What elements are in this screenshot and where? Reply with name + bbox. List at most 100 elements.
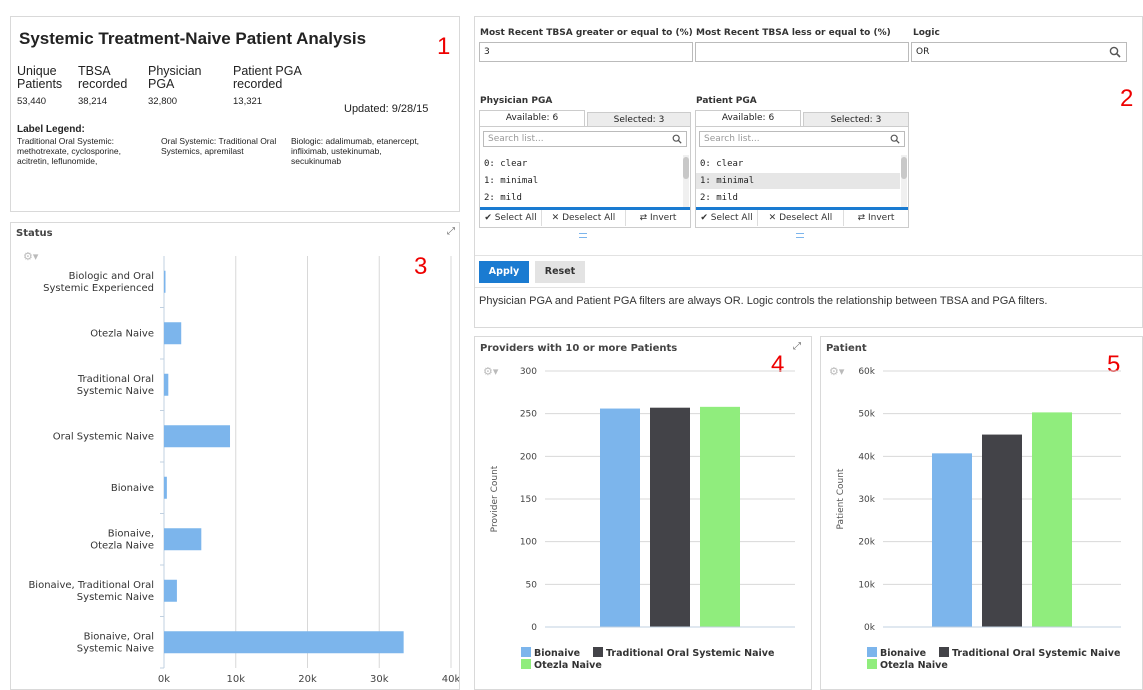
- legend-swatch: [521, 659, 531, 669]
- tbsa-gte-input[interactable]: 3: [479, 42, 693, 62]
- reset-button[interactable]: Reset: [535, 261, 585, 283]
- list-item[interactable]: 0: clear: [696, 156, 900, 172]
- y-axis-label: Patient Count: [836, 468, 846, 529]
- physician-deselect-all-button[interactable]: ✕ Deselect All: [542, 210, 626, 226]
- patient-deselect-all-button[interactable]: ✕ Deselect All: [758, 210, 844, 226]
- x-tick-label: 20k: [298, 674, 317, 685]
- list-scrollbar[interactable]: [901, 155, 907, 207]
- kpi-label-unique-patients: Unique Patients: [17, 64, 63, 91]
- divider: [475, 287, 1142, 288]
- summary-panel: Systemic Treatment-Naive Patient Analysi…: [10, 16, 460, 212]
- legend-oral: Oral Systemic: Traditional Oral Systemic…: [161, 136, 277, 156]
- bar: [164, 322, 182, 345]
- check-icon: ✔: [484, 213, 495, 223]
- logic-label: Logic: [913, 28, 940, 38]
- x-tick-label: 0k: [158, 674, 170, 685]
- patient-tab-available[interactable]: Available: 6: [695, 110, 801, 127]
- y-tick-label: 60k: [858, 367, 875, 377]
- x-icon: ✕: [768, 213, 780, 223]
- legend-label: Otezla Naive: [534, 660, 602, 671]
- y-tick-label: 20k: [858, 538, 875, 548]
- category-label: Otezla Naive: [90, 328, 154, 339]
- bar: [164, 579, 177, 602]
- physician-select-all-button[interactable]: ✔ Select All: [480, 210, 542, 226]
- page-title: Systemic Treatment-Naive Patient Analysi…: [19, 29, 367, 48]
- providers-panel: Providers with 10 or more Patients ⤢ ⚙▾ …: [474, 336, 812, 690]
- resize-handle[interactable]: [579, 233, 587, 238]
- legend-label: Traditional Oral Systemic Naive: [606, 648, 774, 659]
- legend-label: Otezla Naive: [880, 660, 948, 671]
- bar: [982, 434, 1022, 627]
- list-item[interactable]: 1: minimal: [696, 173, 900, 189]
- patient-select-all-button[interactable]: ✔ Select All: [696, 210, 758, 226]
- x-icon: ✕: [551, 213, 563, 223]
- y-tick-label: 0k: [864, 623, 876, 633]
- category-label: Bionaive, Traditional Oral Systemic Naive: [28, 580, 154, 603]
- legend-swatch: [521, 647, 531, 657]
- bar: [932, 453, 972, 627]
- logic-input[interactable]: OR: [911, 42, 1127, 62]
- legend-label: Bionaive: [534, 648, 580, 659]
- category-label: Bionaive, Otezla Naive: [90, 528, 154, 551]
- list-item[interactable]: 2: mild: [696, 190, 900, 206]
- bar: [164, 631, 404, 654]
- bar: [600, 408, 640, 627]
- kpi-value-tbsa: 38,214: [78, 96, 108, 107]
- status-chart: 0k 10k 20k 30k 40k Biologic and Oral Systemic …: [28, 256, 459, 685]
- updated-text: Updated: 9/28/15: [344, 103, 429, 115]
- legend-swatch: [593, 647, 603, 657]
- physician-search-input[interactable]: Search list...: [483, 131, 687, 147]
- list-item[interactable]: 1: minimal: [480, 173, 682, 189]
- kpi-value-patient-pga: 13,321: [233, 96, 263, 107]
- physician-tab-available[interactable]: Available: 6: [479, 110, 585, 127]
- resize-handle[interactable]: [796, 233, 804, 238]
- y-tick-label: 300: [520, 367, 537, 377]
- legend-label: Traditional Oral Systemic Naive: [952, 648, 1120, 659]
- invert-label: Invert: [649, 213, 677, 223]
- search-icon[interactable]: [672, 134, 682, 144]
- category-label: Oral Systemic Naive: [53, 431, 154, 442]
- divider: [475, 255, 1142, 256]
- legend-title: Label Legend:: [17, 124, 85, 135]
- tbsa-lte-label: Most Recent TBSA less or equal to (%): [696, 28, 891, 38]
- category-label: Biologic and Oral Systemic Experienced: [43, 271, 154, 294]
- y-tick-label: 10k: [858, 580, 875, 590]
- x-tick-label: 30k: [370, 674, 389, 685]
- tbsa-lte-input[interactable]: [695, 42, 909, 62]
- patient-invert-button[interactable]: ⇄ Invert: [844, 210, 908, 226]
- x-tick-label: 40k: [442, 674, 459, 685]
- bar: [164, 270, 166, 293]
- patient-search-input[interactable]: Search list...: [699, 131, 905, 147]
- patient-list: Search list... 0: clear 1: minimal 2: mi…: [695, 126, 909, 228]
- legend-swatch: [867, 659, 877, 669]
- legend-traditional: Traditional Oral Systemic: methotrexate,…: [17, 136, 121, 166]
- y-tick-label: 40k: [858, 452, 875, 462]
- patient-pga-label: Patient PGA: [696, 96, 757, 106]
- deselect-all-label: Deselect All: [562, 213, 616, 223]
- search-icon[interactable]: [1109, 46, 1121, 58]
- bar: [164, 373, 169, 396]
- legend-swatch: [939, 647, 949, 657]
- select-all-label: Select All: [494, 213, 537, 223]
- panel-number: 1: [437, 33, 451, 60]
- list-item[interactable]: 0: clear: [480, 156, 682, 172]
- select-all-label: Select All: [710, 213, 753, 223]
- kpi-label-tbsa: TBSA recorded: [78, 64, 128, 91]
- y-tick-label: 200: [520, 452, 537, 462]
- tbsa-gte-label: Most Recent TBSA greater or equal to (%): [480, 28, 693, 38]
- kpi-label-physician-pga: Physician PGA: [148, 64, 202, 91]
- bar: [1032, 412, 1072, 627]
- deselect-all-label: Deselect All: [779, 213, 833, 223]
- y-tick-label: 50: [526, 580, 538, 590]
- list-scrollbar[interactable]: [683, 155, 689, 207]
- apply-button[interactable]: Apply: [479, 261, 529, 283]
- search-icon[interactable]: [890, 134, 900, 144]
- legend-swatch: [867, 647, 877, 657]
- list-item[interactable]: 2: mild: [480, 190, 682, 206]
- category-label: Traditional Oral Systemic Naive: [77, 374, 154, 397]
- providers-chart: 0 50 100 150 200 250 300 Provider Count Bionaive…: [490, 367, 795, 671]
- invert-icon: ⇄: [639, 213, 650, 223]
- filters-panel: Most Recent TBSA greater or equal to (%)…: [474, 16, 1143, 328]
- physician-invert-button[interactable]: ⇄ Invert: [626, 210, 690, 226]
- bar: [164, 528, 202, 551]
